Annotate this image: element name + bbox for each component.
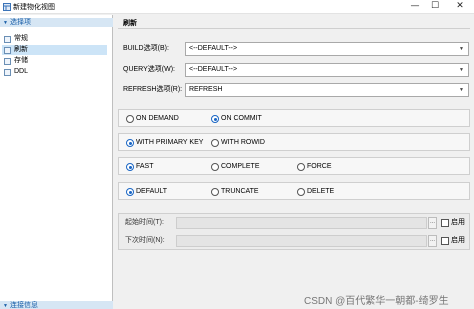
radio-label: DEFAULT (136, 188, 167, 195)
radio-dot (211, 139, 219, 147)
radio-label: WITH PRIMARY KEY (136, 139, 204, 146)
start-time-picker-button[interactable]: ... (428, 217, 437, 229)
chevron-down-icon: ▼ (459, 87, 464, 93)
sidebar-group-label: 选择项 (10, 19, 31, 26)
checkbox-label: 启用 (451, 237, 465, 244)
sidebar-group-label: 连接信息 (10, 302, 38, 309)
build-option-select[interactable]: <--DEFAULT--> ▼ (185, 42, 469, 56)
close-button[interactable]: ✕ (452, 1, 468, 12)
radio-delete[interactable]: DELETE (297, 187, 334, 197)
radio-dot (126, 163, 134, 171)
build-option-label: BUILD选项(B): (123, 45, 169, 52)
refresh-method-group: FAST COMPLETE FORCE (118, 157, 470, 175)
next-time-picker-button[interactable]: ... (428, 235, 437, 247)
radio-fast[interactable]: FAST (126, 162, 154, 172)
sidebar-group-connection[interactable]: ▼ 连接信息 (0, 301, 113, 309)
next-time-label: 下次时间(N): (125, 237, 165, 244)
checkbox-box (441, 237, 449, 245)
page-icon (4, 58, 11, 65)
radio-dot (126, 139, 134, 147)
schedule-group: 起始时间(T): ... 启用 下次时间(N): ... 启用 (118, 213, 470, 250)
radio-default[interactable]: DEFAULT (126, 187, 167, 197)
chevron-down-icon: ▼ (3, 20, 8, 26)
window-title: 新建物化视图 (13, 4, 55, 11)
chevron-down-icon: ▼ (3, 303, 8, 309)
minimize-button[interactable]: — (407, 1, 423, 12)
radio-complete[interactable]: COMPLETE (211, 162, 260, 172)
start-time-label: 起始时间(T): (125, 219, 164, 226)
refresh-panel: 刷新 BUILD选项(B): <--DEFAULT--> ▼ QUERY选项(W… (114, 15, 474, 309)
sidebar-item-label: DDL (14, 68, 29, 75)
watermark: CSDN @百代繁华一朝都-绮罗生 (304, 296, 449, 307)
radio-label: DELETE (307, 188, 335, 195)
radio-label: FAST (136, 163, 154, 170)
radio-force[interactable]: FORCE (297, 162, 332, 172)
query-option-value: <--DEFAULT--> (189, 66, 238, 73)
next-time-input (176, 235, 427, 247)
start-time-input (176, 217, 427, 229)
sidebar-item-general[interactable]: 常规 (2, 34, 107, 44)
query-option-select[interactable]: <--DEFAULT--> ▼ (185, 63, 469, 77)
refresh-option-value: REFRESH (189, 86, 223, 93)
sidebar-item-label: 刷新 (14, 46, 28, 53)
radio-with-rowid[interactable]: WITH ROWID (211, 138, 265, 148)
radio-label: COMPLETE (221, 163, 260, 170)
build-option-value: <--DEFAULT--> (189, 45, 238, 52)
sidebar-item-refresh[interactable]: 刷新 (2, 45, 107, 55)
section-title: 刷新 (123, 20, 137, 27)
radio-dot (297, 188, 305, 196)
query-option-label: QUERY选项(W): (123, 66, 175, 73)
sidebar: ▼ 选择项 常规 刷新 存储 DDL ▼ 连接信息 (0, 15, 113, 309)
radio-dot (211, 115, 219, 123)
radio-label: ON DEMAND (136, 115, 179, 122)
radio-truncate[interactable]: TRUNCATE (211, 187, 259, 197)
radio-dot (211, 163, 219, 171)
page-icon (4, 47, 11, 54)
app-icon (3, 3, 11, 11)
maximize-button[interactable]: ☐ (427, 1, 443, 12)
page-icon (4, 36, 11, 43)
page-icon (4, 69, 11, 76)
radio-dot (297, 163, 305, 171)
radio-with-primary-key[interactable]: WITH PRIMARY KEY (126, 138, 203, 148)
sidebar-item-ddl[interactable]: DDL (2, 67, 107, 77)
title-bar: 新建物化视图 — ☐ ✕ (0, 0, 474, 14)
start-time-enable-checkbox[interactable]: 启用 (441, 217, 465, 229)
chevron-down-icon: ▼ (459, 46, 464, 52)
radio-dot (211, 188, 219, 196)
radio-dot (126, 115, 134, 123)
sidebar-group-options[interactable]: ▼ 选择项 (0, 18, 113, 27)
radio-label: TRUNCATE (221, 188, 259, 195)
radio-dot (126, 188, 134, 196)
radio-label: ON COMMIT (221, 115, 262, 122)
section-divider (118, 28, 470, 29)
checkbox-label: 启用 (451, 219, 465, 226)
chevron-down-icon: ▼ (459, 67, 464, 73)
sidebar-item-storage[interactable]: 存储 (2, 56, 107, 66)
radio-on-demand[interactable]: ON DEMAND (126, 114, 179, 124)
radio-label: FORCE (307, 163, 332, 170)
sidebar-item-label: 常规 (14, 35, 28, 42)
refresh-option-select[interactable]: REFRESH ▼ (185, 83, 469, 97)
sidebar-item-label: 存储 (14, 57, 28, 64)
radio-on-commit[interactable]: ON COMMIT (211, 114, 262, 124)
radio-label: WITH ROWID (221, 139, 265, 146)
refresh-option-label: REFRESH选项(R): (123, 86, 183, 93)
purge-option-group: DEFAULT TRUNCATE DELETE (118, 182, 470, 200)
next-time-enable-checkbox[interactable]: 启用 (441, 235, 465, 247)
checkbox-box (441, 219, 449, 227)
refresh-with-group: WITH PRIMARY KEY WITH ROWID (118, 133, 470, 151)
refresh-when-group: ON DEMAND ON COMMIT (118, 109, 470, 127)
